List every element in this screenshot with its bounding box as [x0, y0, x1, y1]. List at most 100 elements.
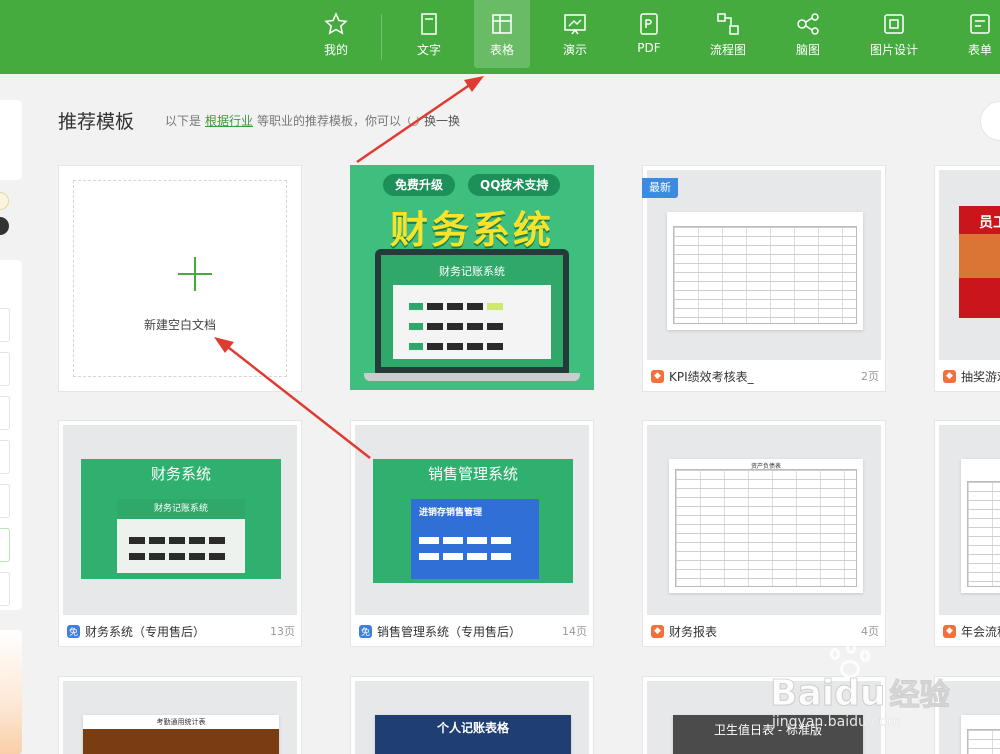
sidebar-button[interactable]: [0, 440, 10, 474]
nav-item-mindmap[interactable]: 脑图: [780, 0, 836, 68]
template-title: KPI绩效考核表_: [669, 369, 754, 384]
template-footer: ◆ 抽奖游戏: [935, 361, 1000, 391]
screen-buttons: [407, 315, 505, 334]
sidebar-button[interactable]: [0, 396, 10, 430]
slide-buttons: [127, 545, 227, 564]
watermark-url: jingyan.baidu.com: [772, 714, 902, 730]
featured-template-banner[interactable]: 免费升级 QQ技术支持 财务系统 财务记账系统: [350, 165, 594, 390]
page-count: 13页: [270, 625, 295, 638]
sidebar-button[interactable]: [0, 352, 10, 386]
nav-item-sheet[interactable]: 表格: [474, 0, 530, 68]
template-card-kpi[interactable]: ◆ KPI绩效考核表_ 2页: [642, 165, 886, 392]
page-count: 14页: [562, 625, 587, 638]
template-card-annual-meeting[interactable]: ◆ 年会流程: [934, 420, 1000, 647]
document-icon: [421, 13, 437, 35]
doc-title: 考勤通用统计表: [83, 715, 279, 729]
template-thumbnail: 员工: [939, 170, 1000, 360]
page-count: 4页: [861, 625, 879, 638]
nav-label: 我的: [323, 43, 348, 57]
laptop-base: [364, 373, 580, 381]
industry-link[interactable]: 根据行业: [205, 114, 253, 128]
nav-item-text[interactable]: 文字: [401, 0, 457, 68]
new-blank-document-card[interactable]: 新建空白文档: [58, 165, 302, 392]
sidebar-button[interactable]: [0, 308, 10, 342]
nav-label: PDF: [637, 41, 661, 55]
color-dot-dark[interactable]: [0, 217, 9, 235]
subtitle-suffix: 等职业的推荐模板，你可以: [257, 114, 402, 128]
slide-subtitle: 进销存销售管理: [419, 508, 483, 518]
refresh-label: 换一换: [424, 114, 461, 128]
presentation-icon: [564, 14, 586, 35]
template-card-finance-system[interactable]: 财务系统 财务记账系统 免 财务系统（专用售后） 13页: [58, 420, 302, 647]
refresh-icon: [408, 115, 419, 126]
search-button[interactable]: [980, 101, 1000, 141]
sidebar-button[interactable]: [0, 528, 10, 562]
nav-divider: [381, 14, 382, 60]
screen-content: 财务记账系统: [381, 255, 563, 367]
form-icon: [970, 14, 990, 34]
nav-item-mine[interactable]: 我的: [308, 0, 364, 68]
blank-doc-frame: 新建空白文档: [73, 180, 287, 377]
nav-item-flowchart[interactable]: 流程图: [700, 0, 756, 68]
nav-item-slides[interactable]: 演示: [547, 0, 603, 68]
template-card-attendance[interactable]: 考勤通用统计表: [58, 676, 302, 754]
free-badge: 免: [67, 624, 80, 638]
slide-panel: 财务记账系统: [117, 499, 245, 573]
pill-free-upgrade: 免费升级: [383, 174, 456, 196]
screen-panel: [393, 285, 551, 359]
left-sidebar: [0, 100, 22, 754]
template-thumbnail: 考勤通用统计表: [63, 681, 297, 754]
image-design-icon: [884, 14, 904, 34]
nav-label: 演示: [562, 43, 587, 57]
template-thumbnail: 销售管理系统 进销存销售管理: [355, 425, 589, 615]
sidebar-panel: [0, 100, 22, 180]
template-title: 抽奖游戏: [961, 369, 1000, 384]
template-card-lottery[interactable]: 员工 ◆ 抽奖游戏: [934, 165, 1000, 392]
subtitle-prefix: 以下是: [165, 114, 202, 128]
template-type-icon: ◆: [943, 624, 956, 638]
template-type-icon: ◆: [651, 369, 664, 383]
sidebar-button[interactable]: [0, 484, 10, 518]
template-card-finance-report[interactable]: 资产负债表 ◆ 财务报表 4页: [642, 420, 886, 647]
color-dot-cream[interactable]: [0, 192, 9, 210]
slide-preview: 销售管理系统 进销存销售管理: [373, 459, 573, 583]
template-type-icon: ◆: [651, 624, 664, 638]
free-badge: 免: [359, 624, 372, 638]
screen-buttons: [407, 335, 505, 354]
template-thumbnail: 个人记账表格: [355, 681, 589, 754]
spreadsheet-preview: [961, 459, 1000, 593]
nav-item-image-design[interactable]: 图片设计: [866, 0, 922, 68]
nav-label: 文字: [416, 43, 441, 57]
star-icon: [324, 12, 348, 35]
slide-subtitle: 财务记账系统: [117, 499, 245, 519]
screen-buttons: [407, 295, 505, 314]
nav-label: 脑图: [795, 43, 820, 57]
template-thumbnail: 财务系统 财务记账系统: [63, 425, 297, 615]
refresh-button[interactable]: 换一换: [408, 112, 460, 129]
pill-qq-support: QQ技术支持: [468, 174, 561, 196]
template-thumbnail: [647, 170, 881, 360]
template-card-personal-ledger[interactable]: 个人记账表格: [350, 676, 594, 754]
template-title: 财务报表: [669, 624, 718, 639]
page-count: 2页: [861, 370, 879, 383]
template-thumbnail: 资产负债表: [647, 425, 881, 615]
sidebar-promo[interactable]: [0, 630, 22, 754]
flowchart-icon: [717, 13, 739, 35]
nav-item-form[interactable]: 表单: [952, 0, 1000, 68]
new-badge: 最新: [642, 178, 678, 198]
template-title: 财务系统（专用售后）: [85, 624, 206, 639]
nav-item-pdf[interactable]: PDF: [621, 0, 677, 68]
screen-title: 财务记账系统: [439, 265, 505, 278]
template-thumbnail: [939, 425, 1000, 615]
slide-buttons: [417, 545, 513, 564]
sidebar-button[interactable]: [0, 572, 10, 606]
nav-label: 图片设计: [869, 43, 918, 57]
nav-label: 流程图: [709, 43, 746, 57]
template-footer: ◆ KPI绩效考核表_ 2页: [643, 361, 885, 391]
template-card-sales-system[interactable]: 销售管理系统 进销存销售管理 免 销售管理系统（专用售后） 14页: [350, 420, 594, 647]
template-title: 销售管理系统（专用售后）: [377, 624, 522, 639]
nav-label: 表格: [489, 43, 514, 57]
baidu-watermark: Baidu 经验 jingyan.baidu.com: [769, 642, 1000, 754]
promo-headline: 财务系统: [389, 208, 554, 252]
template-type-icon: ◆: [943, 369, 956, 383]
